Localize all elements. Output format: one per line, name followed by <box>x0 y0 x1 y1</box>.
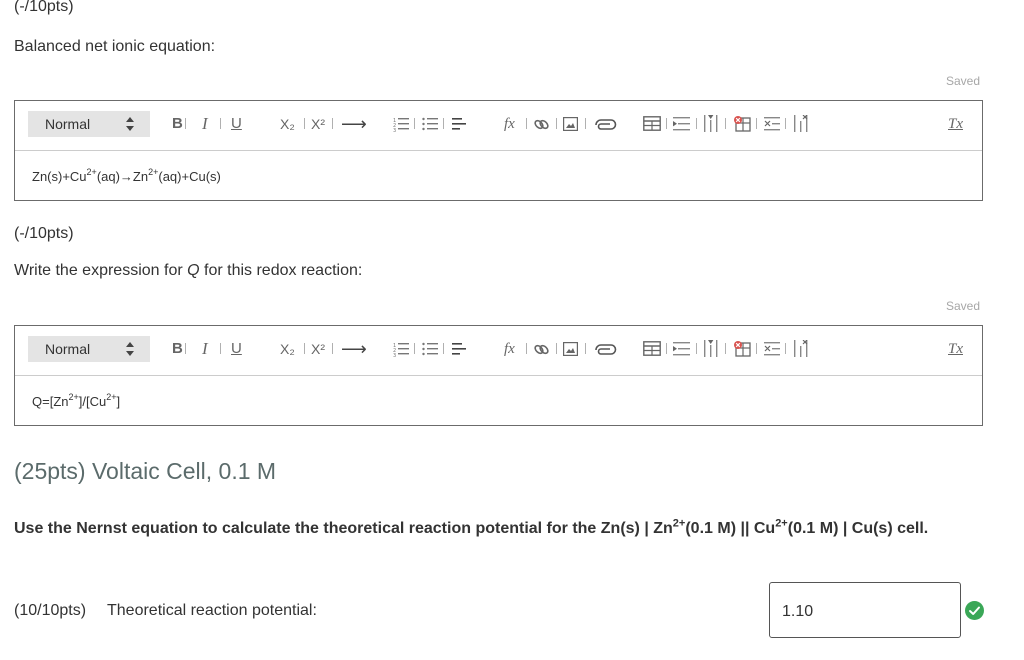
bullet-list-icon[interactable] <box>422 341 438 357</box>
ordered-list-icon[interactable]: 1 2 3 <box>393 116 409 132</box>
saved-status: Saved <box>946 299 981 313</box>
delete-table-icon[interactable] <box>733 340 751 357</box>
rich-text-editor[interactable]: Normal B I U X₂ X² ⟶ 1 2 3 <box>14 325 983 426</box>
align-left-icon[interactable] <box>452 116 468 132</box>
format-select[interactable]: Normal <box>28 111 150 137</box>
question-points: (-/10pts) <box>14 225 74 242</box>
format-select[interactable]: Normal <box>28 336 150 362</box>
table-icon[interactable] <box>643 116 661 131</box>
clear-format-button[interactable]: Tx <box>948 339 963 359</box>
editor-toolbar: Normal B I U X₂ X² ⟶ 1 2 3 fx Tx <box>15 326 982 376</box>
table-icon[interactable] <box>643 341 661 356</box>
align-left-icon[interactable] <box>452 341 468 357</box>
format-select-label: Normal <box>45 116 91 132</box>
delete-table-icon[interactable] <box>733 115 751 132</box>
select-arrows-icon <box>126 342 134 356</box>
delete-row-icon[interactable] <box>764 341 780 357</box>
image-icon[interactable] <box>563 342 578 356</box>
question-points: (10/10pts) <box>14 602 87 619</box>
superscript-button[interactable]: X² <box>311 114 325 134</box>
delete-column-icon[interactable] <box>793 115 809 132</box>
svg-text:3: 3 <box>393 353 396 357</box>
answer-input[interactable]: 1.10 <box>769 582 961 638</box>
question-prompt: Write the expression for Q for this redo… <box>14 262 363 279</box>
superscript-button[interactable]: X² <box>311 339 325 359</box>
arrow-button[interactable]: ⟶ <box>341 339 367 359</box>
format-select-label: Normal <box>45 341 91 357</box>
subscript-button[interactable]: X₂ <box>280 114 295 134</box>
ordered-list-icon[interactable]: 1 2 3 <box>393 341 409 357</box>
editor-content[interactable]: Zn(s)+Cu2+(aq)→Zn2+(aq)+Cu(s) <box>32 167 221 184</box>
arrow-button[interactable]: ⟶ <box>341 114 367 134</box>
link-icon[interactable] <box>533 116 550 133</box>
italic-button[interactable]: I <box>202 339 208 359</box>
image-icon[interactable] <box>563 117 578 131</box>
underline-button[interactable]: U <box>231 339 242 359</box>
select-arrows-icon <box>126 117 134 131</box>
formula-button[interactable]: fx <box>504 339 515 359</box>
instruction-text: Use the Nernst equation to calculate the… <box>14 517 929 537</box>
editor-toolbar: Normal B I U X₂ X² ⟶ 1 2 3 fx Tx <box>15 101 982 151</box>
formula-button[interactable]: fx <box>504 114 515 134</box>
correct-check-icon <box>965 601 984 620</box>
insert-row-icon[interactable] <box>673 116 690 132</box>
attachment-icon[interactable] <box>593 118 617 132</box>
section-title: (25pts) Voltaic Cell, 0.1 M <box>14 458 277 484</box>
subscript-button[interactable]: X₂ <box>280 339 295 359</box>
rich-text-editor[interactable]: Normal B I U X₂ X² ⟶ 1 2 3 <box>14 100 983 201</box>
link-icon[interactable] <box>533 341 550 358</box>
insert-row-icon[interactable] <box>673 341 690 357</box>
bullet-list-icon[interactable] <box>422 116 438 132</box>
question-prompt: Theoretical reaction potential: <box>107 602 317 619</box>
saved-status: Saved <box>946 74 981 88</box>
attachment-icon[interactable] <box>593 343 617 357</box>
editor-content[interactable]: Q=[Zn2+]/[Cu2+] <box>32 392 120 409</box>
italic-button[interactable]: I <box>202 114 208 134</box>
insert-column-icon[interactable] <box>703 340 719 357</box>
insert-column-icon[interactable] <box>703 115 719 132</box>
question-prompt: Balanced net ionic equation: <box>14 38 216 55</box>
bold-button[interactable]: B <box>172 339 183 359</box>
clear-format-button[interactable]: Tx <box>948 114 963 134</box>
underline-button[interactable]: U <box>231 114 242 134</box>
svg-text:3: 3 <box>393 128 396 132</box>
question-points: (-/10pts) <box>14 0 74 15</box>
bold-button[interactable]: B <box>172 114 183 134</box>
delete-column-icon[interactable] <box>793 340 809 357</box>
delete-row-icon[interactable] <box>764 116 780 132</box>
